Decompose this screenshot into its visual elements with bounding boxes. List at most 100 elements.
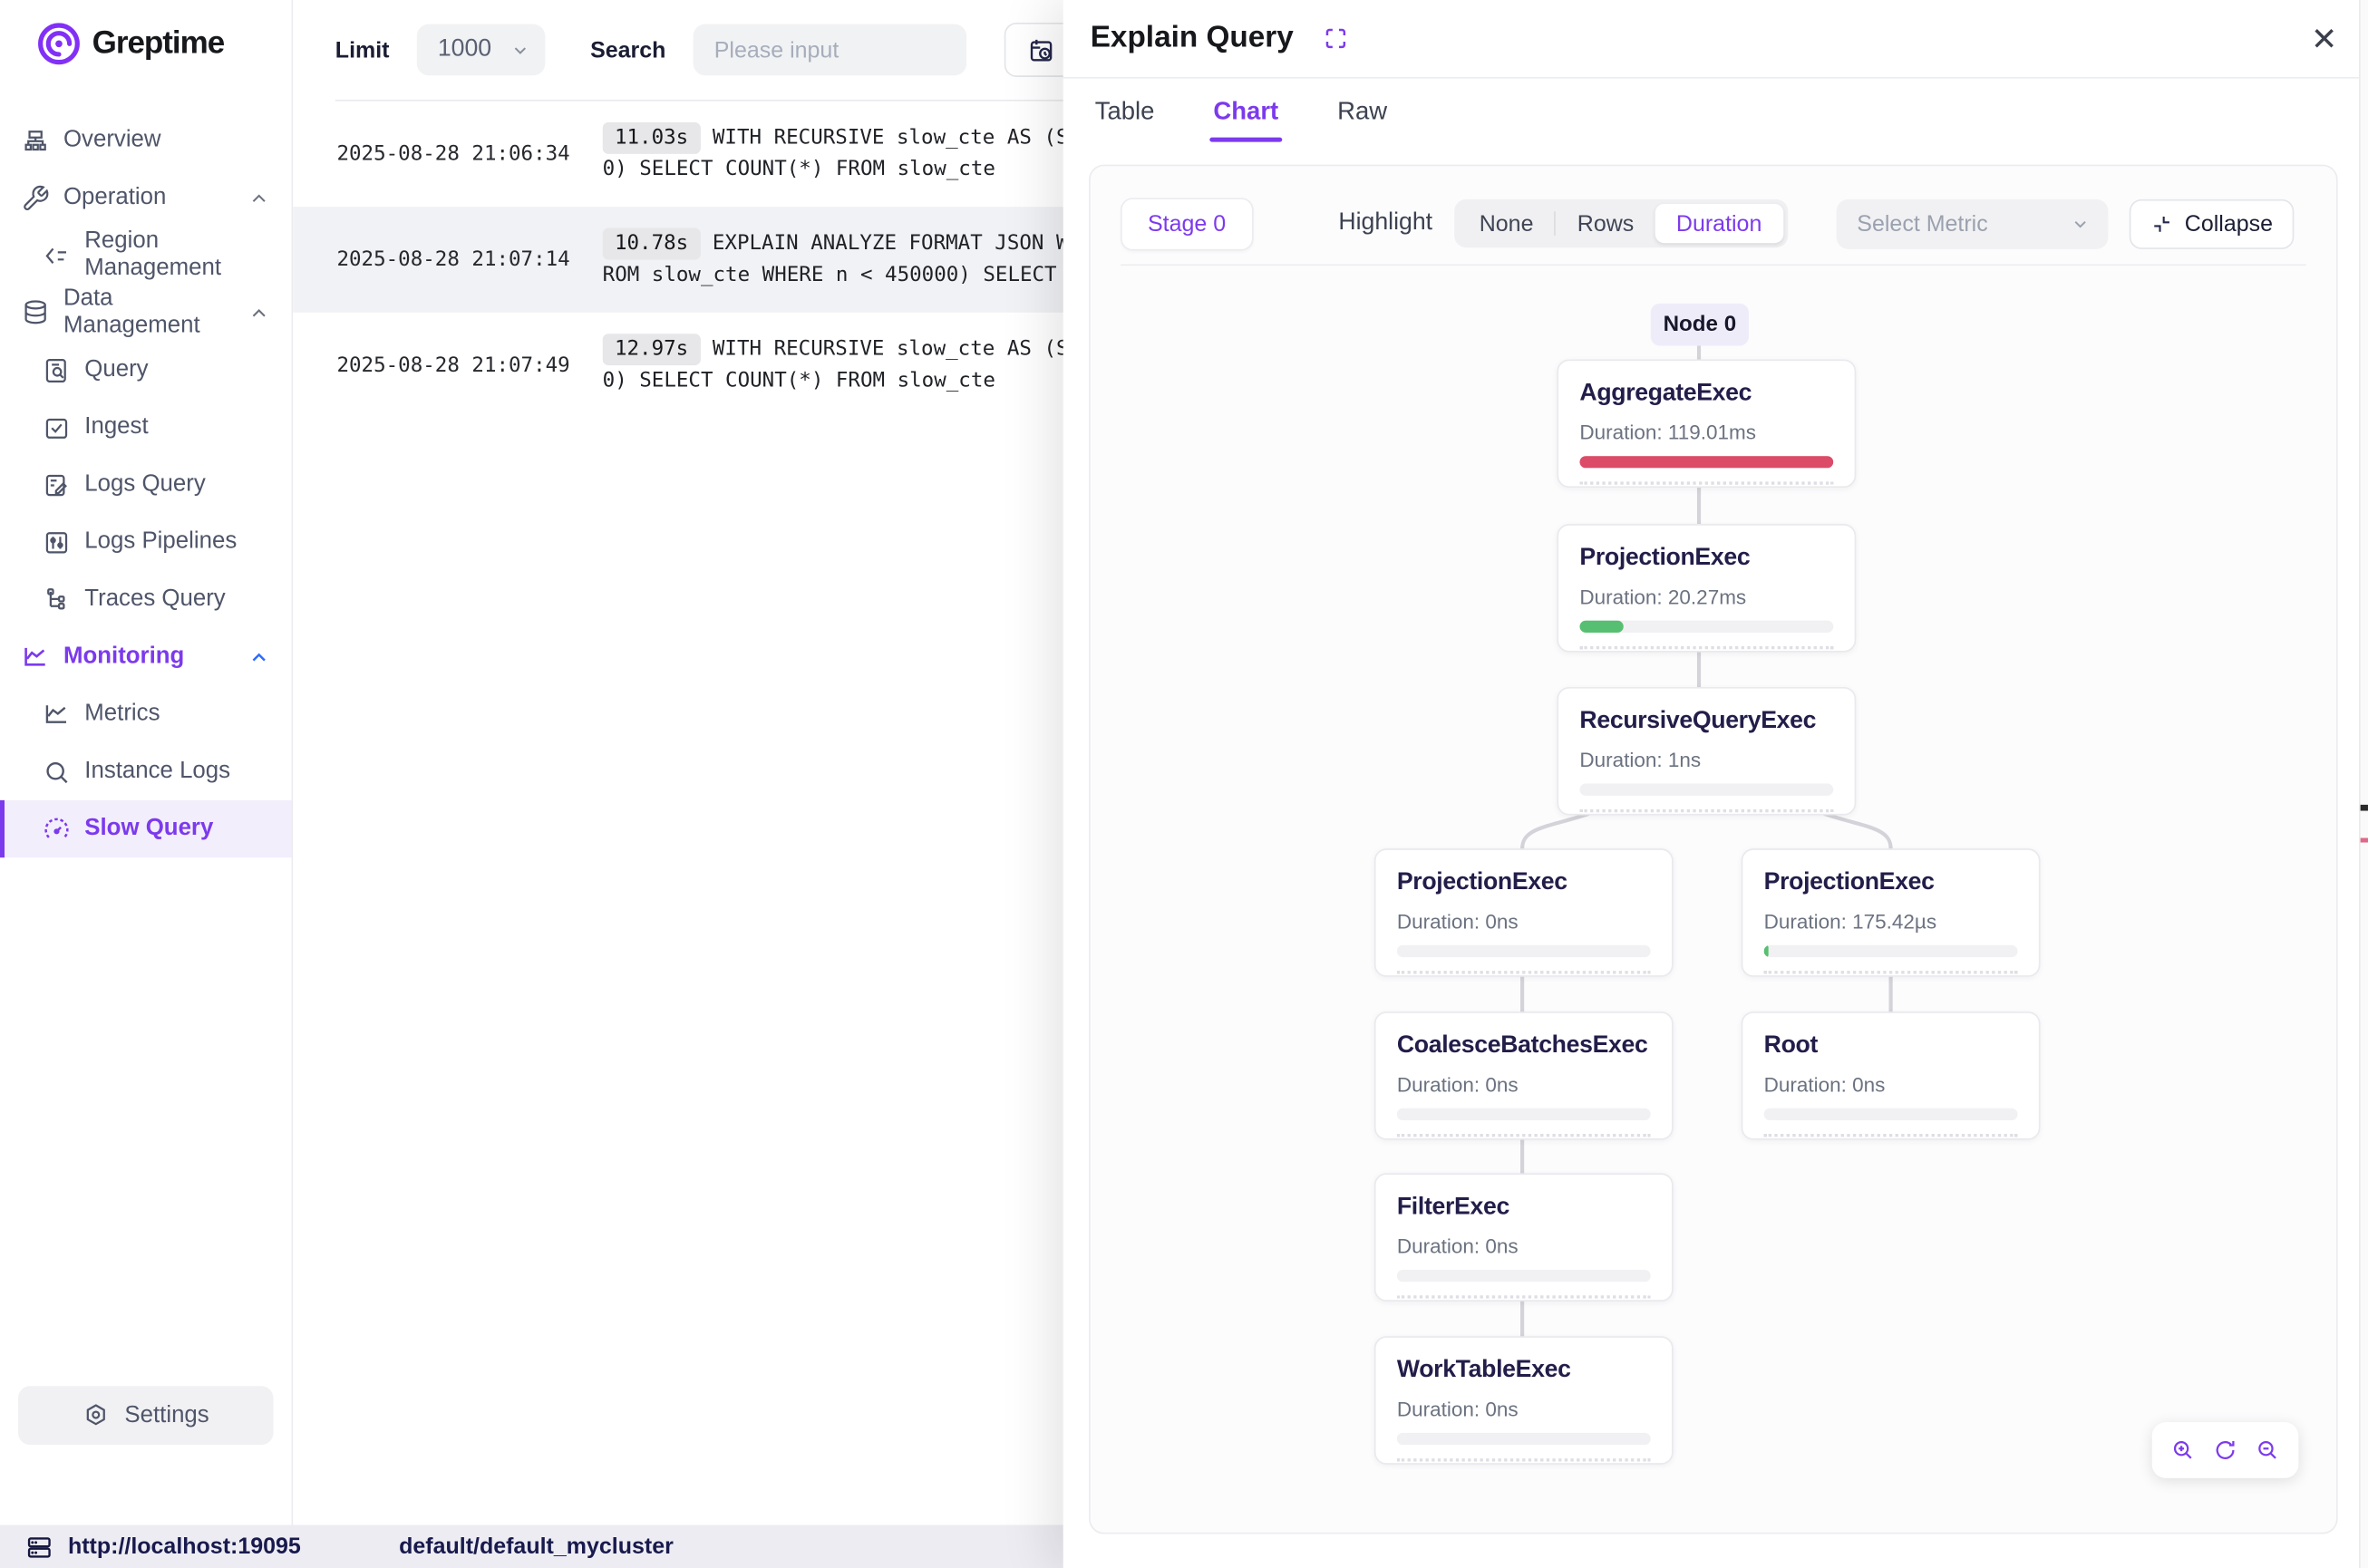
duration-bar bbox=[1764, 945, 2018, 957]
node-divider bbox=[1764, 1134, 2018, 1137]
sql-line: 0) SELECT COUNT(*) FROM slow_cte bbox=[603, 157, 995, 181]
node-title: ProjectionExec bbox=[1397, 870, 1651, 897]
search-label: Search bbox=[590, 37, 665, 63]
chevron-down-icon bbox=[510, 40, 530, 60]
node-title: RecursiveQueryExec bbox=[1579, 708, 1833, 735]
ingest-icon bbox=[41, 412, 71, 442]
plan-node-projection-exec[interactable]: ProjectionExec Duration: 20.27ms bbox=[1557, 524, 1856, 653]
sidebar-item-ingest[interactable]: Ingest bbox=[0, 399, 291, 456]
node-title: AggregateExec bbox=[1579, 381, 1833, 408]
settings-label: Settings bbox=[124, 1402, 209, 1429]
sidebar-item-label: Data Management bbox=[63, 286, 234, 340]
plan-node-recursive-query-exec[interactable]: RecursiveQueryExec Duration: 1ns bbox=[1557, 687, 1856, 816]
sidebar-item-operation[interactable]: Operation bbox=[0, 169, 291, 227]
sidebar-item-label: Logs Query bbox=[84, 471, 205, 498]
wrench-icon bbox=[20, 183, 50, 213]
app-root: Greptime Overview Operation bbox=[0, 0, 2368, 1568]
plan-node-root[interactable]: Root Duration: 0ns bbox=[1742, 1011, 2041, 1140]
duration-bar bbox=[1397, 945, 1651, 957]
node-duration: Duration: 175.42µs bbox=[1764, 910, 2018, 933]
scrollbar-mark bbox=[2360, 805, 2367, 811]
sidebar-item-instance-logs[interactable]: Instance Logs bbox=[0, 743, 291, 800]
node-duration: Duration: 119.01ms bbox=[1579, 421, 1833, 444]
overview-icon bbox=[20, 125, 50, 155]
zoom-out-icon[interactable] bbox=[2256, 1437, 2281, 1463]
sidebar-item-logs-pipelines[interactable]: Logs Pipelines bbox=[0, 513, 291, 570]
plan-node-work-table-exec[interactable]: WorkTableExec Duration: 0ns bbox=[1374, 1336, 1674, 1465]
fullscreen-icon[interactable] bbox=[1322, 25, 1347, 51]
limit-label: Limit bbox=[335, 37, 390, 63]
sidebar-item-label: Region Management bbox=[84, 228, 291, 283]
sidebar-item-label: Traces Query bbox=[84, 586, 225, 613]
page-scrollbar[interactable] bbox=[2359, 0, 2368, 1568]
tab-raw[interactable]: Raw bbox=[1334, 83, 1391, 142]
node-divider bbox=[1764, 971, 2018, 973]
gear-icon bbox=[82, 1401, 112, 1430]
plan-node-projection-exec-right[interactable]: ProjectionExec Duration: 175.42µs bbox=[1742, 848, 2041, 977]
node-group-badge: Node 0 bbox=[1651, 304, 1749, 346]
sidebar-item-query[interactable]: Query bbox=[0, 341, 291, 398]
settings-button[interactable]: Settings bbox=[18, 1386, 274, 1445]
node-title: WorkTableExec bbox=[1397, 1358, 1651, 1385]
server-icon bbox=[25, 1534, 53, 1561]
plan-node-projection-exec-left[interactable]: ProjectionExec Duration: 0ns bbox=[1374, 848, 1674, 977]
duration-bar bbox=[1764, 1108, 2018, 1120]
node-duration: Duration: 0ns bbox=[1397, 1235, 1651, 1258]
node-divider bbox=[1397, 1458, 1651, 1461]
sidebar-item-label: Query bbox=[84, 356, 148, 383]
sidebar-item-label: Metrics bbox=[84, 701, 160, 728]
refresh-icon[interactable] bbox=[2212, 1437, 2237, 1463]
sql-line: 0) SELECT COUNT(*) FROM slow_cte bbox=[603, 368, 995, 392]
chevron-up-icon[interactable] bbox=[247, 187, 270, 209]
drawer-title: Explain Query bbox=[1091, 21, 1294, 55]
sidebar-item-slow-query[interactable]: Slow Query bbox=[0, 800, 291, 857]
node-duration: Duration: 20.27ms bbox=[1579, 586, 1833, 608]
sql-line: WITH RECURSIVE slow_cte AS (SELE bbox=[713, 125, 1105, 150]
duration-bar bbox=[1397, 1108, 1651, 1120]
node-divider bbox=[1579, 481, 1833, 484]
duration-badge: 12.97s bbox=[603, 334, 701, 365]
sidebar-item-label: Monitoring bbox=[63, 644, 184, 671]
tab-chart[interactable]: Chart bbox=[1210, 83, 1281, 142]
duration-bar bbox=[1579, 456, 1833, 468]
sidebar-item-logs-query[interactable]: Logs Query bbox=[0, 456, 291, 513]
sidebar-item-traces-query[interactable]: Traces Query bbox=[0, 571, 291, 628]
limit-select[interactable]: 1000 bbox=[417, 24, 546, 76]
node-duration: Duration: 1ns bbox=[1579, 749, 1833, 771]
node-title: FilterExec bbox=[1397, 1195, 1651, 1222]
query-doc-icon bbox=[41, 354, 71, 384]
node-duration: Duration: 0ns bbox=[1397, 910, 1651, 933]
graph-zoom-toolbar bbox=[2152, 1422, 2299, 1478]
gauge-icon bbox=[41, 814, 71, 844]
duration-bar bbox=[1397, 1270, 1651, 1282]
sidebar-item-label: Slow Query bbox=[84, 816, 213, 843]
row-timestamp: 2025-08-28 21:07:49 bbox=[336, 334, 602, 397]
plan-node-coalesce-batches-exec[interactable]: CoalesceBatchesExec Duration: 0ns bbox=[1374, 1011, 1674, 1140]
plan-node-filter-exec[interactable]: FilterExec Duration: 0ns bbox=[1374, 1173, 1674, 1302]
sidebar: Greptime Overview Operation bbox=[0, 0, 293, 1524]
greptime-logo-icon bbox=[36, 21, 82, 66]
tab-table[interactable]: Table bbox=[1092, 83, 1157, 142]
sidebar-item-data-management[interactable]: Data Management bbox=[0, 284, 291, 341]
server-url[interactable]: http://localhost:19095 bbox=[68, 1534, 301, 1559]
search-input[interactable] bbox=[693, 24, 966, 76]
duration-badge: 10.78s bbox=[603, 228, 701, 260]
zoom-in-icon[interactable] bbox=[2169, 1437, 2195, 1463]
node-duration: Duration: 0ns bbox=[1397, 1399, 1651, 1421]
node-title: ProjectionExec bbox=[1579, 545, 1833, 572]
plan-node-aggregate-exec[interactable]: AggregateExec Duration: 119.01ms bbox=[1557, 359, 1856, 488]
traces-icon bbox=[41, 585, 71, 615]
node-divider bbox=[1397, 1295, 1651, 1298]
chevron-up-icon[interactable] bbox=[247, 301, 270, 324]
node-divider bbox=[1579, 809, 1833, 812]
sidebar-item-metrics[interactable]: Metrics bbox=[0, 685, 291, 742]
sidebar-item-monitoring[interactable]: Monitoring bbox=[0, 628, 291, 685]
sql-line: ROM slow_cte WHERE n < 450000) SELECT CO bbox=[603, 263, 1094, 287]
chevron-up-icon[interactable] bbox=[247, 645, 270, 668]
row-timestamp: 2025-08-28 21:07:14 bbox=[336, 228, 602, 292]
sidebar-item-region-management[interactable]: Region Management bbox=[0, 227, 291, 284]
sidebar-item-overview[interactable]: Overview bbox=[0, 111, 291, 169]
cluster-name[interactable]: default/default_mycluster bbox=[399, 1534, 674, 1559]
node-title: ProjectionExec bbox=[1764, 870, 2018, 897]
close-icon[interactable]: ✕ bbox=[2305, 20, 2344, 59]
